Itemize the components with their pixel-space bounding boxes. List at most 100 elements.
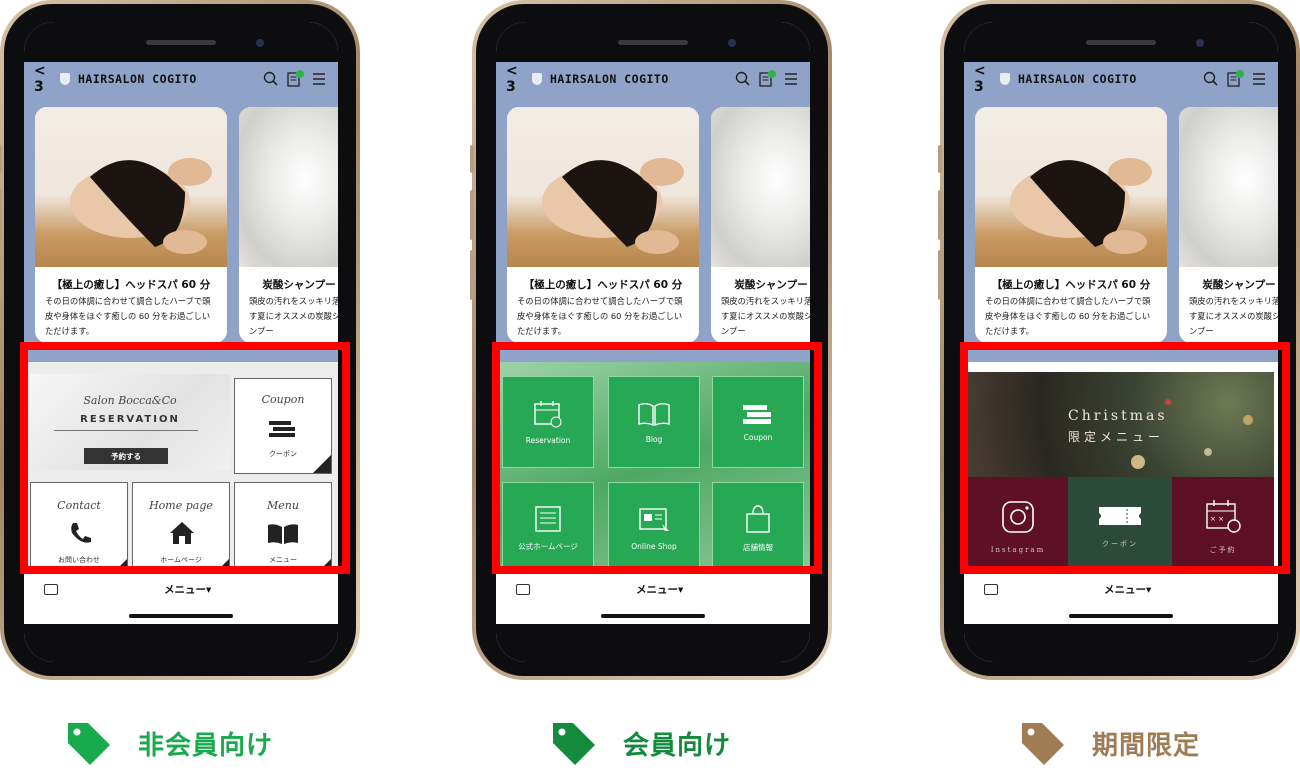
rich-menu-member: Reservation Blog Coupon 公式ホームページ Online … <box>496 362 810 572</box>
store-info-tile[interactable]: 店舗情報 <box>712 482 804 572</box>
back-button[interactable]: < 3 <box>506 63 528 95</box>
price-tag-icon <box>66 721 110 765</box>
official-homepage-tile[interactable]: 公式ホームページ <box>502 482 594 572</box>
notes-icon[interactable] <box>1226 70 1244 88</box>
ticket-icon <box>269 419 299 441</box>
reservation-tile[interactable]: × × ご予約 <box>1172 477 1274 572</box>
online-shop-tile[interactable]: Online Shop <box>608 482 700 572</box>
ticket-icon <box>1099 507 1141 525</box>
front-camera <box>256 39 264 47</box>
search-icon[interactable] <box>262 70 280 88</box>
card-title: 炭酸シャンプー <box>734 279 808 291</box>
christmas-banner[interactable]: Christmas 限定メニュー <box>968 372 1274 477</box>
speaker <box>146 40 216 45</box>
rich-menu-toggle[interactable]: メニュー▾ <box>1104 582 1151 597</box>
hamburger-menu-icon[interactable] <box>310 70 328 88</box>
home-indicator <box>129 614 233 618</box>
check-corner <box>109 559 127 572</box>
keyboard-icon[interactable] <box>984 583 998 595</box>
search-icon[interactable] <box>734 70 752 88</box>
comparison-stage: < 3 HAIRSALON COGITO 【極上の癒し】ヘッドスパ 60 分 そ… <box>0 0 1300 775</box>
label-member: 会員向け <box>551 720 731 766</box>
calendar-icon: × × <box>1206 500 1241 533</box>
price-tag-icon <box>1020 721 1064 765</box>
rich-menu-toggle[interactable]: メニュー▾ <box>164 582 211 597</box>
back-button[interactable]: < 3 <box>34 63 56 95</box>
tile-label: 店舗情報 <box>743 542 773 552</box>
card-title: 【極上の癒し】ヘッドスパ 60 分 <box>523 279 683 291</box>
banner-subtitle: 限定メニュー <box>1068 430 1165 444</box>
keyboard-icon[interactable] <box>516 583 530 595</box>
reservation-tile[interactable]: Reservation <box>502 376 594 468</box>
rich-menu-toggle[interactable]: メニュー▾ <box>636 582 683 597</box>
chat-header: < 3 HAIRSALON COGITO <box>496 62 810 96</box>
account-title: HAIRSALON COGITO <box>550 72 669 86</box>
svg-text:× ×: × × <box>1210 515 1224 523</box>
calendar-icon <box>534 400 562 427</box>
tile-label: Blog <box>645 434 663 444</box>
verified-shield-icon <box>532 73 542 85</box>
instagram-tile[interactable]: Instagram <box>968 477 1068 572</box>
card-body: 頭皮の汚れをスッキリ落とす夏にオススメの炭酸シャンプー <box>721 296 810 336</box>
carousel-card-shampoo[interactable]: 炭酸シャンプー 頭皮の汚れをスッキリ落とす夏にオススメの炭酸シャンプー <box>1179 107 1278 343</box>
search-icon[interactable] <box>1202 70 1220 88</box>
menu-tile[interactable]: Menu メニュー <box>234 482 332 572</box>
contact-tile[interactable]: Contact お問い合わせ <box>30 482 128 572</box>
check-corner <box>313 455 331 473</box>
back-button[interactable]: < 3 <box>974 63 996 95</box>
card-body: 頭皮の汚れをスッキリ落とす夏にオススメの炭酸シャンプー <box>249 296 338 336</box>
hamburger-menu-icon[interactable] <box>782 70 800 88</box>
card-title: 炭酸シャンプー <box>262 279 336 291</box>
instagram-icon <box>1002 501 1034 533</box>
script-heading: Menu <box>267 499 299 512</box>
reserve-button[interactable]: 予約する <box>84 448 168 464</box>
keyboard-icon[interactable] <box>44 583 58 595</box>
speaker <box>1086 40 1156 45</box>
card-body: 頭皮の汚れをスッキリ落とす夏にオススメの炭酸シャンプー <box>1189 296 1278 336</box>
phone-limited-time: < 3 HAIRSALON COGITO 【極上の癒し】ヘッドスパ 60 分 そ… <box>938 0 1300 680</box>
hamburger-menu-icon[interactable] <box>1250 70 1268 88</box>
script-heading: Salon Bocca&Co <box>83 394 177 407</box>
home-indicator <box>1069 614 1173 618</box>
phone-icon <box>68 521 92 549</box>
ticket-icon <box>743 404 771 424</box>
chat-header: < 3 HAIRSALON COGITO <box>24 62 338 96</box>
homepage-tile[interactable]: Home page ホームページ <box>132 482 230 572</box>
tile-label: Coupon <box>743 432 773 442</box>
carousel-card-headspa[interactable]: 【極上の癒し】ヘッドスパ 60 分 その日の体調に合わせて調合したハーブで頭皮や… <box>35 107 227 343</box>
coupon-tile[interactable]: クーポン <box>1068 477 1172 572</box>
coupon-tile[interactable]: Coupon クーポン <box>234 378 332 474</box>
chat-bottom-bar: メニュー▾ <box>24 572 338 606</box>
notes-icon[interactable] <box>286 70 304 88</box>
headspa-photo <box>975 107 1167 267</box>
phone-member: < 3 HAIRSALON COGITO 【極上の癒し】ヘッドスパ 60 分 そ… <box>470 0 832 680</box>
account-title: HAIRSALON COGITO <box>1018 72 1137 86</box>
carousel-card-shampoo[interactable]: 炭酸シャンプー 頭皮の汚れをスッキリ落とす夏にオススメの炭酸シャンプー <box>711 107 810 343</box>
webpage-icon <box>535 505 561 532</box>
label-non-member: 非会員向け <box>66 720 273 766</box>
home-indicator <box>601 614 705 618</box>
line-chat-screen: < 3 HAIRSALON COGITO 【極上の癒し】ヘッドスパ 60 分 そ… <box>964 22 1278 662</box>
chat-header: < 3 HAIRSALON COGITO <box>964 62 1278 96</box>
coupon-tile[interactable]: Coupon <box>712 376 804 468</box>
account-title: HAIRSALON COGITO <box>78 72 197 86</box>
price-tag-icon <box>551 721 595 765</box>
reservation-tile[interactable]: Salon Bocca&Co RESERVATION 予約する <box>30 374 230 470</box>
label-text: 期間限定 <box>1092 730 1201 761</box>
tile-label: ご予約 <box>1209 546 1237 554</box>
carousel-card-headspa[interactable]: 【極上の癒し】ヘッドスパ 60 分 その日の体調に合わせて調合したハーブで頭皮や… <box>507 107 699 343</box>
tile-label: Reservation <box>525 435 571 445</box>
script-heading: Coupon <box>261 393 305 406</box>
banner-title: Christmas <box>1068 408 1168 424</box>
carousel-card-headspa[interactable]: 【極上の癒し】ヘッドスパ 60 分 その日の体調に合わせて調合したハーブで頭皮や… <box>975 107 1167 343</box>
phone-non-member: < 3 HAIRSALON COGITO 【極上の癒し】ヘッドスパ 60 分 そ… <box>0 0 360 680</box>
front-camera <box>728 39 736 47</box>
check-corner <box>313 559 331 572</box>
label-text: 会員向け <box>623 730 732 761</box>
rich-menu-non-member: Salon Bocca&Co RESERVATION 予約する Coupon ク… <box>24 362 338 572</box>
carousel-card-shampoo[interactable]: 炭酸シャンプー 頭皮の汚れをスッキリ落とす夏にオススメの炭酸シャンプー <box>239 107 338 343</box>
card-title: 【極上の癒し】ヘッドスパ 60 分 <box>991 279 1151 291</box>
blog-tile[interactable]: Blog <box>608 376 700 468</box>
book-icon <box>638 402 670 426</box>
notes-icon[interactable] <box>758 70 776 88</box>
